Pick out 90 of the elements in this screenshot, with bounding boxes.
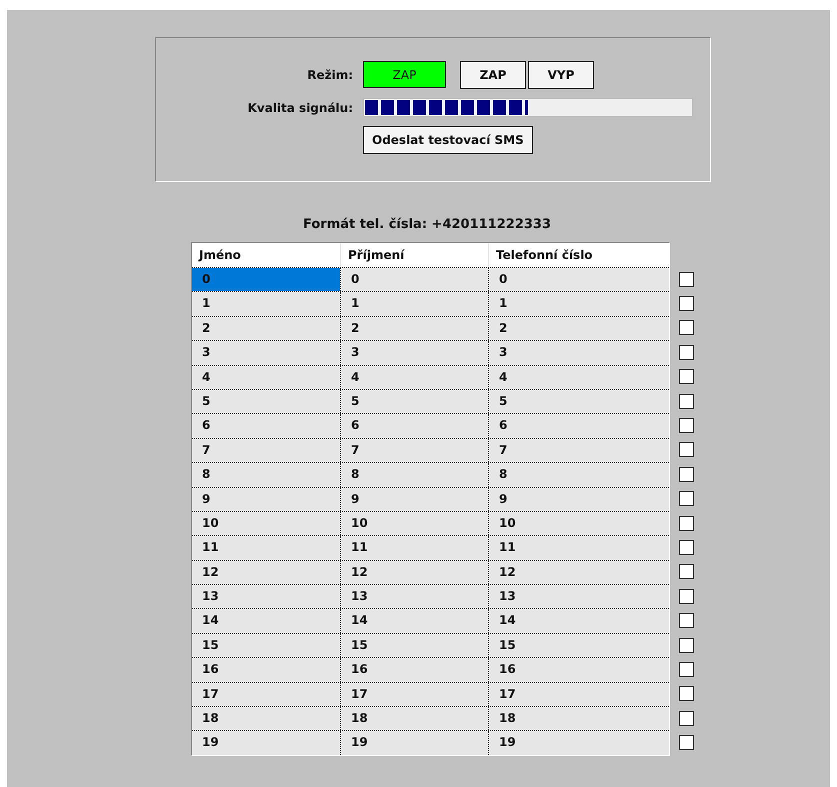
row-checkbox[interactable]	[679, 491, 694, 506]
send-test-sms-button[interactable]: Odeslat testovací SMS	[363, 126, 533, 154]
table-cell[interactable]: 17	[340, 682, 488, 706]
table-cell[interactable]: 0	[488, 268, 669, 292]
table-cell[interactable]: 15	[488, 634, 669, 658]
table-cell[interactable]: 17	[488, 682, 669, 706]
row-checkbox[interactable]	[679, 466, 694, 482]
table-cell[interactable]: 19	[192, 731, 340, 755]
row-checkbox[interactable]	[679, 516, 694, 531]
table-cell[interactable]: 3	[340, 341, 488, 365]
table-cell[interactable]: 0	[340, 268, 488, 292]
row-checkbox[interactable]	[679, 710, 694, 726]
row-checkbox[interactable]	[679, 296, 694, 312]
table-cell[interactable]: 12	[192, 560, 340, 584]
row-checkbox[interactable]	[679, 638, 694, 653]
table-cell[interactable]: 5	[192, 390, 340, 414]
table-cell[interactable]: 15	[192, 634, 340, 658]
table-cell[interactable]: 4	[192, 366, 340, 389]
row-checkbox[interactable]	[679, 613, 694, 628]
table-cell[interactable]: 11	[488, 536, 669, 560]
row-checkbox[interactable]	[679, 442, 694, 458]
table-cell[interactable]: 13	[488, 585, 669, 608]
row-checkbox[interactable]	[679, 369, 694, 384]
table-cell[interactable]: 6	[488, 414, 669, 438]
table-cell[interactable]: 10	[192, 512, 340, 536]
phone-format-note: Formát tel. čísla: +420111222333	[303, 217, 552, 234]
column-header[interactable]: Příjmení	[340, 243, 488, 267]
row-checkbox[interactable]	[679, 662, 694, 677]
row-checkbox[interactable]	[679, 540, 694, 555]
table-cell[interactable]: 1	[340, 292, 488, 316]
row-checkbox[interactable]	[679, 344, 694, 360]
table-cell[interactable]: 7	[488, 438, 669, 462]
table-cell[interactable]: 1	[488, 292, 669, 316]
table-cell[interactable]: 18	[192, 707, 340, 730]
table-cell[interactable]: 18	[488, 707, 669, 730]
table-cell[interactable]: 16	[340, 658, 488, 682]
row-checkbox[interactable]	[679, 686, 694, 702]
table-cell[interactable]: 2	[488, 316, 669, 340]
table-cell[interactable]: 18	[340, 707, 488, 730]
table-cell[interactable]: 11	[340, 536, 488, 560]
table-cell[interactable]: 16	[192, 658, 340, 682]
mode-button[interactable]: ZAP	[460, 61, 526, 89]
table-cell[interactable]: 5	[340, 390, 488, 414]
table-cell[interactable]: 6	[340, 414, 488, 438]
mode-button[interactable]: VYP	[528, 61, 594, 89]
mode-indicator: ZAP	[363, 61, 446, 88]
table-cell[interactable]: 14	[192, 609, 340, 633]
row-checkbox[interactable]	[679, 588, 694, 604]
table-cell[interactable]: 15	[340, 634, 488, 658]
table-cell[interactable]: 9	[340, 488, 488, 511]
table-cell[interactable]: 9	[192, 488, 340, 511]
table-cell[interactable]: 5	[488, 390, 669, 414]
table-cell[interactable]: 2	[340, 316, 488, 340]
table-cell[interactable]: 12	[488, 560, 669, 584]
table-cell[interactable]: 4	[340, 366, 488, 389]
table-cell[interactable]: 13	[192, 585, 340, 608]
table-cell[interactable]: 8	[488, 463, 669, 487]
table-cell[interactable]: 9	[488, 488, 669, 511]
table-cell[interactable]: 10	[488, 512, 669, 536]
row-checkbox[interactable]	[679, 735, 694, 750]
table-cell[interactable]: 17	[192, 682, 340, 706]
table-cell[interactable]: 13	[340, 585, 488, 608]
table-cell[interactable]: 12	[340, 560, 488, 584]
table-cell[interactable]: 3	[192, 341, 340, 365]
row-checkbox[interactable]	[679, 564, 694, 580]
table-cell[interactable]: 19	[488, 731, 669, 755]
table-cell[interactable]: 11	[192, 536, 340, 560]
table-cell[interactable]: 2	[192, 316, 340, 340]
signal-label: Kvalita signálu:	[246, 100, 353, 114]
mode-label: Režim:	[306, 68, 353, 82]
row-checkbox[interactable]	[679, 320, 694, 336]
table-cell[interactable]: 3	[488, 341, 669, 365]
table-cell[interactable]: 1	[192, 292, 340, 316]
table-cell[interactable]: 7	[192, 438, 340, 462]
table-cell[interactable]: 6	[192, 414, 340, 438]
column-header[interactable]: Jméno	[192, 243, 340, 267]
table-cell[interactable]: 14	[488, 609, 669, 633]
row-checkbox[interactable]	[679, 418, 694, 434]
table-cell[interactable]: 19	[340, 731, 488, 755]
table-cell[interactable]: 7	[340, 438, 488, 462]
table-cell[interactable]: 10	[340, 512, 488, 536]
table-cell[interactable]: 8	[340, 463, 488, 487]
table-cell[interactable]: 8	[192, 463, 340, 487]
table-cell[interactable]: 14	[340, 609, 488, 633]
row-checkbox[interactable]	[679, 272, 694, 287]
row-checkbox[interactable]	[679, 394, 694, 409]
table-cell[interactable]: 16	[488, 658, 669, 682]
column-header[interactable]: Telefonní číslo	[488, 243, 669, 267]
table-cell[interactable]: 0	[192, 268, 340, 292]
table-cell[interactable]: 4	[488, 366, 669, 389]
